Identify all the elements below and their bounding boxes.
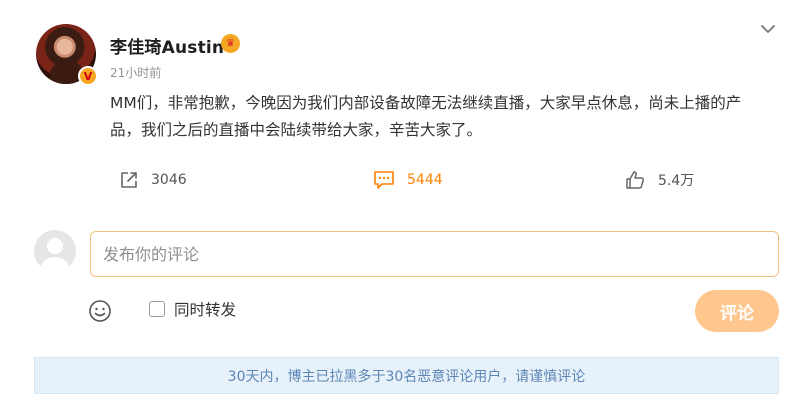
share-count: 3046 bbox=[151, 172, 187, 188]
weibo-post: V 李佳琦Austin ♛ 21小时前 MM们，非常抱歉，今晚因为我们内部设备故… bbox=[0, 0, 800, 410]
like-count: 5.4万 bbox=[658, 173, 695, 189]
post-text: MM们，非常抱歉，今晚因为我们内部设备故障无法继续直播，大家早点休息，尚未上播的… bbox=[110, 94, 742, 139]
like-button[interactable]: 5.4万 bbox=[624, 168, 694, 192]
verified-badge-icon: V bbox=[78, 66, 98, 86]
emoji-icon[interactable] bbox=[88, 299, 112, 323]
author-name[interactable]: 李佳琦Austin bbox=[110, 33, 224, 58]
share-icon bbox=[121, 172, 137, 188]
post-timestamp[interactable]: 21小时前 bbox=[110, 64, 161, 81]
comment-button[interactable]: 5444 bbox=[373, 168, 443, 192]
repost-label[interactable]: 同时转发 bbox=[174, 298, 236, 320]
vip-crown-icon[interactable]: ♛ bbox=[221, 34, 240, 53]
thumbs-up-icon bbox=[626, 171, 644, 189]
chevron-down-icon[interactable] bbox=[757, 18, 779, 40]
comment-input[interactable] bbox=[90, 231, 779, 277]
comment-warning-notice: 30天内，博主已拉黑多于30名恶意评论用户，请谨慎评论 bbox=[34, 357, 779, 394]
comment-icon bbox=[374, 171, 394, 189]
user-avatar-placeholder bbox=[34, 230, 76, 272]
repost-checkbox[interactable] bbox=[149, 301, 165, 317]
submit-comment-button[interactable]: 评论 bbox=[695, 290, 779, 332]
comment-count: 5444 bbox=[407, 172, 443, 188]
share-button[interactable]: 3046 bbox=[119, 168, 187, 192]
